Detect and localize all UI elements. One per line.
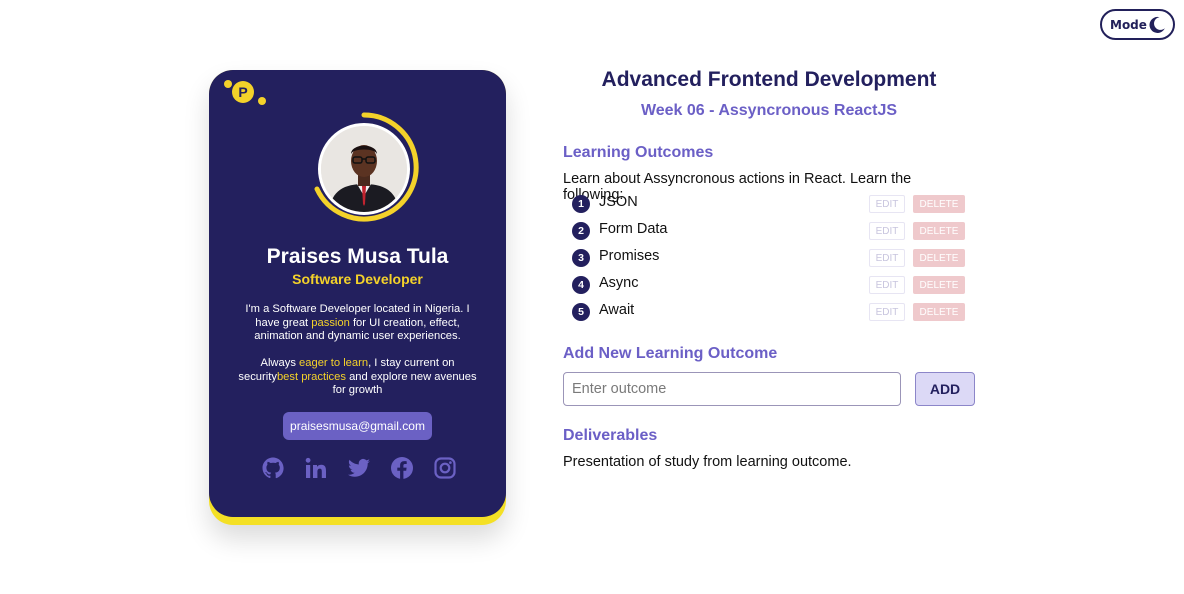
- outcome-text: Promises: [599, 248, 660, 264]
- list-item: 1 JSON EDIT DELETE: [572, 192, 967, 219]
- outcome-number-badge: 4: [572, 276, 590, 294]
- delete-button[interactable]: DELETE: [913, 222, 965, 240]
- outcome-text: Async: [599, 275, 639, 291]
- email-button[interactable]: praisesmusa@gmail.com: [283, 412, 432, 440]
- list-item: 4 Async EDIT DELETE: [572, 273, 967, 300]
- edit-button[interactable]: EDIT: [869, 303, 905, 321]
- twitter-icon[interactable]: [347, 456, 371, 480]
- outcome-number-badge: 2: [572, 222, 590, 240]
- outcome-input[interactable]: [563, 372, 901, 406]
- edit-button[interactable]: EDIT: [869, 276, 905, 294]
- outcome-number-badge: 3: [572, 249, 590, 267]
- deliverables-heading: Deliverables: [563, 427, 658, 444]
- highlight-passion: passion: [311, 316, 350, 329]
- course-title: Advanced Frontend Development: [601, 68, 937, 91]
- delete-button[interactable]: DELETE: [913, 195, 965, 213]
- deliverables-text: Presentation of study from learning outc…: [563, 454, 852, 470]
- edit-button[interactable]: EDIT: [869, 195, 905, 213]
- moon-icon: [1147, 15, 1167, 35]
- edit-button[interactable]: EDIT: [869, 222, 905, 240]
- mode-toggle-button[interactable]: Mode: [1100, 9, 1175, 40]
- delete-button[interactable]: DELETE: [913, 249, 965, 267]
- mode-label: Mode: [1110, 17, 1147, 32]
- outcome-text: Await: [599, 302, 635, 318]
- learning-outcomes-heading: Learning Outcomes: [563, 144, 714, 161]
- profile-name: Praises Musa Tula: [266, 245, 449, 268]
- instagram-icon[interactable]: [433, 456, 457, 480]
- list-item: 2 Form Data EDIT DELETE: [572, 219, 967, 246]
- profile-card: P Praises Musa Tula Software Developer I…: [209, 70, 506, 525]
- linkedin-icon[interactable]: [304, 456, 328, 480]
- highlight-best-practices: best practices: [276, 370, 346, 383]
- add-button[interactable]: ADD: [915, 372, 975, 406]
- list-item: 3 Promises EDIT DELETE: [572, 246, 967, 273]
- list-item: 5 Await EDIT DELETE: [572, 300, 967, 327]
- card-body: P Praises Musa Tula Software Developer I…: [209, 70, 506, 517]
- github-icon[interactable]: [261, 456, 285, 480]
- outcome-list: 1 JSON EDIT DELETE 2 Form Data EDIT DELE…: [572, 192, 967, 327]
- bio-paragraph-2: Always eager to learn, I stay current on…: [238, 357, 477, 396]
- avatar: [318, 123, 410, 215]
- bio-paragraph-1: I'm a Software Developer located in Nige…: [245, 303, 470, 342]
- highlight-eager: eager to learn: [299, 357, 369, 369]
- delete-button[interactable]: DELETE: [913, 276, 965, 294]
- facebook-icon[interactable]: [390, 456, 414, 480]
- add-outcome-heading: Add New Learning Outcome: [563, 345, 778, 362]
- logo-icon: P: [222, 78, 282, 118]
- week-subtitle: Week 06 - Assyncronous ReactJS: [640, 102, 898, 119]
- logo-letter: P: [238, 84, 247, 100]
- edit-button[interactable]: EDIT: [869, 249, 905, 267]
- profile-role: Software Developer: [292, 271, 423, 287]
- outcome-number-badge: 5: [572, 303, 590, 321]
- social-links: [259, 456, 459, 482]
- outcome-number-badge: 1: [572, 195, 590, 213]
- outcome-text: JSON: [599, 194, 638, 210]
- delete-button[interactable]: DELETE: [913, 303, 965, 321]
- outcome-text: Form Data: [599, 221, 668, 237]
